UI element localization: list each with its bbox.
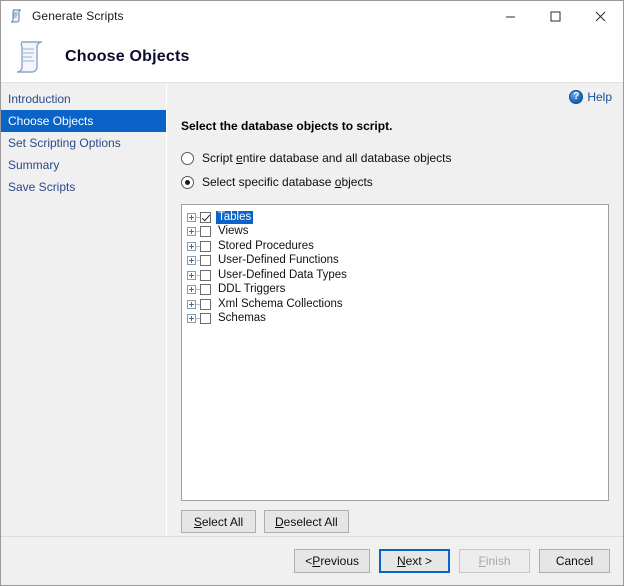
script-scroll-icon [11,37,51,77]
sidebar-item-summary[interactable]: Summary [1,154,166,176]
window-body: Introduction Choose Objects Set Scriptin… [1,83,623,536]
expand-icon[interactable] [187,314,196,324]
expand-icon[interactable] [187,270,196,280]
sidebar-item-choose-objects[interactable]: Choose Objects [1,110,166,132]
tree-item-label: User-Defined Data Types [218,268,347,281]
tree-item[interactable]: Xml Schema Collections [187,297,608,312]
expand-icon[interactable] [187,212,196,222]
tree-item-label: Xml Schema Collections [218,297,343,310]
object-tree-panel[interactable]: Tables Views Stored Procedures User-Defi… [181,204,609,501]
tree-checkbox[interactable] [200,313,211,325]
radio-label: Select specific database objects [202,175,373,189]
expand-icon[interactable] [187,227,196,237]
cancel-button[interactable]: Cancel [539,549,610,573]
finish-button: Finish [459,549,530,573]
tree-item[interactable]: DDL Triggers [187,283,608,298]
tree-item[interactable]: Schemas [187,312,608,327]
sidebar-item-label: Summary [8,158,60,172]
tree-checkbox[interactable] [200,226,211,238]
sidebar-item-label: Set Scripting Options [8,136,121,150]
main-content: ? Help Select the database objects to sc… [167,83,623,536]
tree-checkbox[interactable] [200,284,211,296]
sidebar-item-label: Introduction [8,92,71,106]
script-scope-radio-group: Script entire database and all database … [181,147,623,195]
sidebar-item-set-scripting-options[interactable]: Set Scripting Options [1,132,166,154]
sidebar-item-label: Choose Objects [8,114,94,128]
radio-label: Script entire database and all database … [202,151,452,165]
tree-item-label: Stored Procedures [218,239,314,252]
radio-indicator [181,151,194,165]
tree-item[interactable]: Views [187,225,608,240]
window-title: Generate Scripts [32,9,124,23]
help-circle-icon: ? [569,90,584,104]
expand-icon[interactable] [187,285,196,295]
select-all-button[interactable]: Select All [181,510,256,533]
radio-indicator [181,175,194,189]
selection-buttons: Select All Deselect All [181,510,623,533]
tree-item-label: DDL Triggers [218,283,286,296]
instruction-text: Select the database objects to script. [181,119,393,133]
tree-item[interactable]: User-Defined Functions [187,254,608,269]
sidebar-item-save-scripts[interactable]: Save Scripts [1,176,166,198]
title-bar: Generate Scripts [1,1,623,31]
deselect-all-button[interactable]: Deselect All [264,510,349,533]
wizard-steps-sidebar: Introduction Choose Objects Set Scriptin… [1,83,167,536]
tree-checkbox[interactable] [200,211,211,223]
tree-checkbox[interactable] [200,240,211,252]
maximize-icon[interactable] [533,1,578,31]
radio-select-specific-objects[interactable]: Select specific database objects [181,171,623,193]
sidebar-item-introduction[interactable]: Introduction [1,88,166,110]
expand-icon[interactable] [187,256,196,266]
minimize-icon[interactable] [488,1,533,31]
tree-item[interactable]: Tables [187,210,608,225]
help-link[interactable]: ? Help [569,90,612,104]
expand-icon[interactable] [187,299,196,309]
expand-icon[interactable] [187,241,196,251]
tree-checkbox[interactable] [200,255,211,267]
help-row: ? Help [167,83,623,107]
close-icon[interactable] [578,1,623,31]
tree-item[interactable]: Stored Procedures [187,239,608,254]
tree-checkbox[interactable] [200,269,211,281]
dialog-footer: < Previous Next > Finish Cancel [1,536,623,585]
help-label: Help [587,90,612,104]
tree-item-label: Tables [216,210,254,224]
radio-script-entire-database[interactable]: Script entire database and all database … [181,147,623,169]
generate-scripts-window: Generate Scripts Choose Objects Introduc… [0,0,624,586]
sidebar-item-label: Save Scripts [8,180,76,194]
tree-item-label: Schemas [218,312,266,325]
page-title: Choose Objects [65,47,190,65]
previous-button[interactable]: < Previous [294,549,370,573]
window-controls [488,1,623,31]
script-scroll-icon [9,8,25,24]
next-button[interactable]: Next > [379,549,450,573]
page-header: Choose Objects [1,31,623,83]
tree-checkbox[interactable] [200,298,211,310]
tree-item-label: Views [218,225,249,238]
tree-item-label: User-Defined Functions [218,254,339,267]
tree-item[interactable]: User-Defined Data Types [187,268,608,283]
